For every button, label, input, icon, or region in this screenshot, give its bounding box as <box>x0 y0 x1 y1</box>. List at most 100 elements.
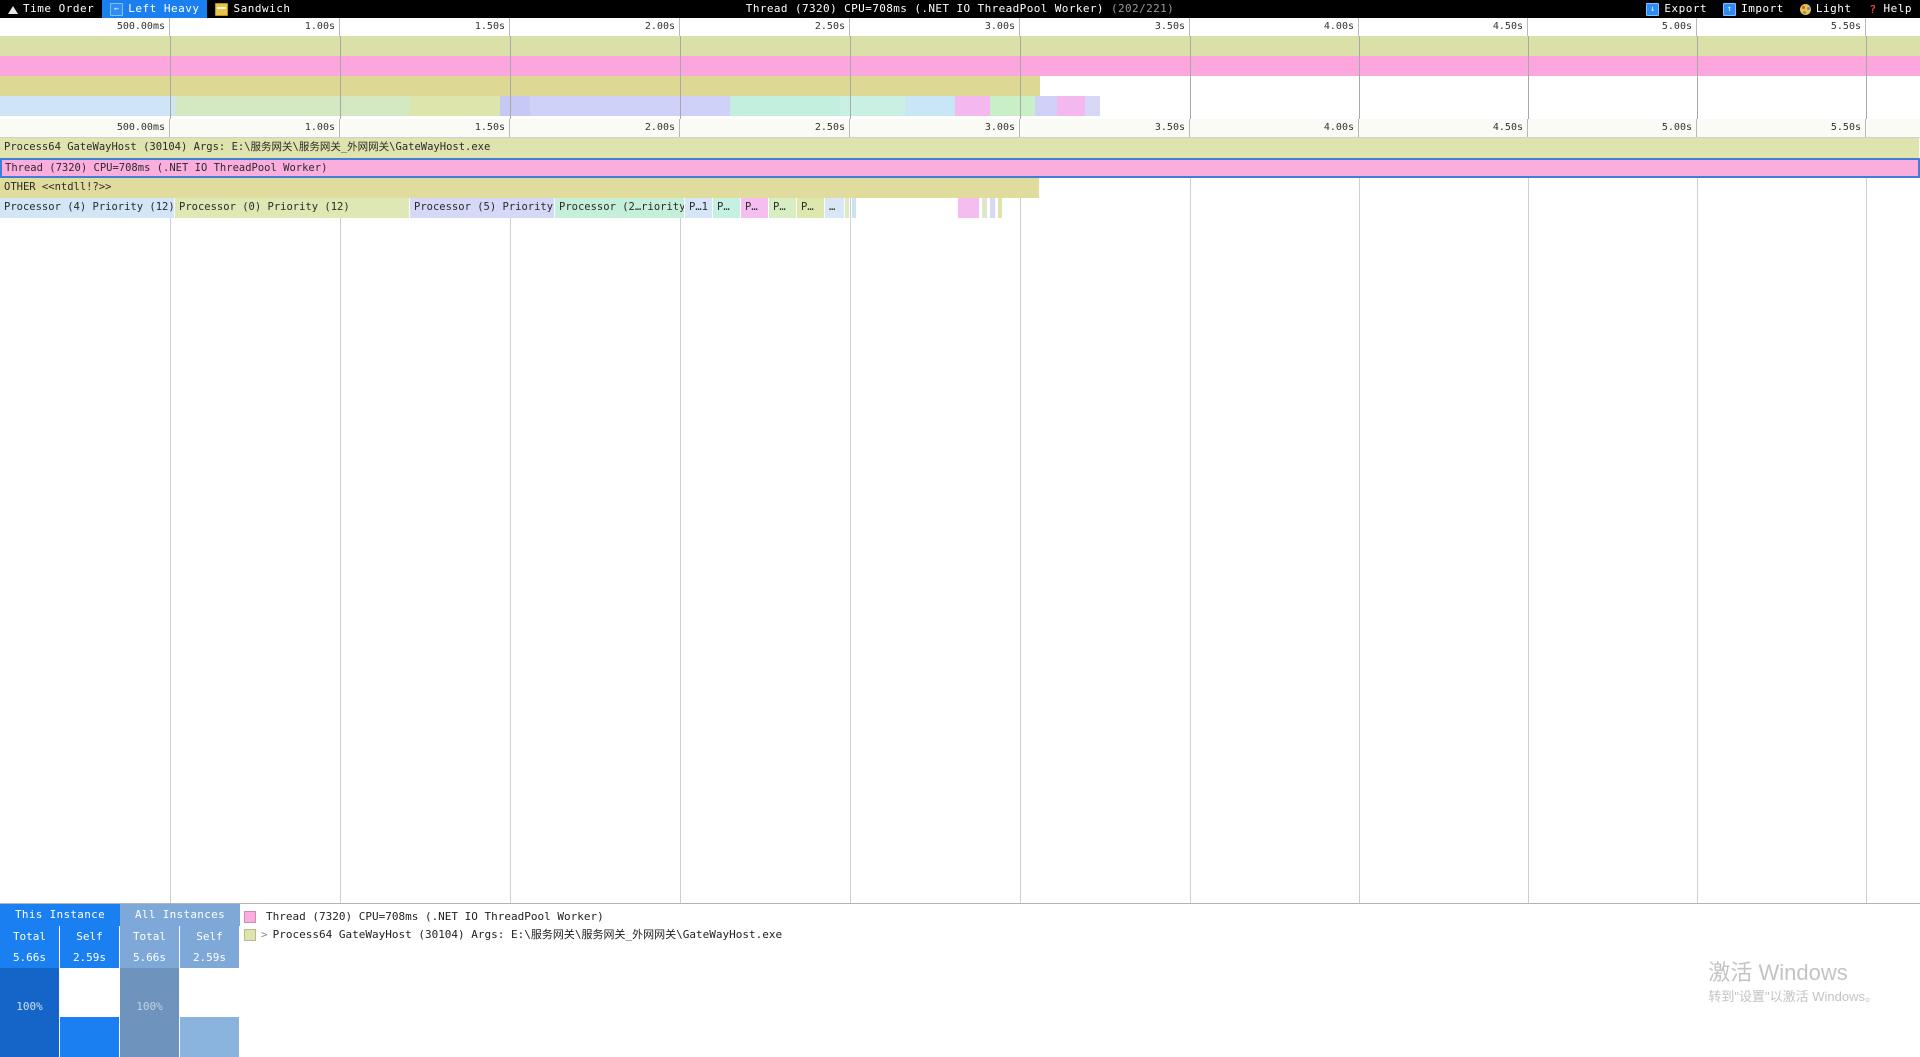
ruler-tick-0: 500.00ms <box>0 119 170 137</box>
ruler-tick-9: 5.00s <box>1528 18 1697 36</box>
flame-frame[interactable]: … <box>825 198 845 218</box>
ruler-tick-label: 1.50s <box>474 21 505 32</box>
minimap-row-procs <box>0 96 1920 116</box>
stack-color-chip-thread <box>244 911 256 923</box>
ruler-tick-2: 1.50s <box>340 18 510 36</box>
ruler-tick-7: 4.00s <box>1190 18 1359 36</box>
flame-frame[interactable] <box>982 198 988 218</box>
arrow-left-icon: ← <box>110 2 124 16</box>
flame-frame[interactable]: Processor (0) Priority (12) <box>175 198 410 218</box>
toolbar-button-export-label: Export <box>1664 2 1708 15</box>
stats-header-all-self: Self <box>180 926 240 947</box>
ruler-tick-4: 2.50s <box>680 18 850 36</box>
selected-stack-trace: Thread (7320) CPU=708ms (.NET IO ThreadP… <box>244 908 782 944</box>
minimap-gridline-2 <box>510 36 511 119</box>
minimap-segment <box>410 96 500 116</box>
minimap-row-thread <box>0 56 1920 76</box>
ruler-tick-9: 5.00s <box>1528 119 1697 137</box>
flame-frame[interactable] <box>958 198 980 218</box>
toolbar-button-light-label: Light <box>1815 2 1852 15</box>
speedscope-app: Time Order ← Left Heavy Sandwich ↓ Expor… <box>0 0 1920 1057</box>
tab-all-instances[interactable]: All Instances <box>120 904 240 926</box>
minimap-segment <box>0 76 1040 96</box>
ruler-tick-label: 5.00s <box>1661 122 1692 133</box>
flame-frame[interactable]: Processor (2…riority (12 <box>555 198 685 218</box>
stack-line-thread[interactable]: Thread (7320) CPU=708ms (.NET IO ThreadP… <box>244 908 782 926</box>
flame-frame[interactable] <box>998 198 1003 218</box>
triangle-icon <box>8 5 18 14</box>
ruler-tick-label: 1.00s <box>304 122 335 133</box>
flame-frame[interactable]: P… <box>769 198 797 218</box>
ruler-tick-label: 4.50s <box>1492 122 1523 133</box>
minimap-segment <box>0 36 1920 56</box>
flamegraph-panel[interactable]: Process64 GateWayHost (30104) Args: E:\服… <box>0 138 1920 903</box>
flame-frame[interactable]: P… <box>713 198 741 218</box>
ruler-tick-label: 4.50s <box>1492 21 1523 32</box>
stats-bar-this-self: 46% <box>60 968 120 1057</box>
stack-line-process[interactable]: > Process64 GateWayHost (30104) Args: E:… <box>244 926 782 944</box>
minimap-gridline-4 <box>850 36 851 119</box>
ruler-tick-label: 3.50s <box>1154 122 1185 133</box>
toolbar-button-import[interactable]: ↑ Import <box>1715 0 1792 18</box>
toolbar-button-light-theme[interactable]: Light <box>1792 0 1860 18</box>
timeline-ruler-main[interactable]: 500.00ms 1.00s 1.50s 2.00s 2.50s 3.00s 3.50s 4.… <box>0 119 1920 138</box>
ruler-tick-5: 3.00s <box>850 119 1020 137</box>
ruler-tick-10: 5.50s <box>1697 119 1866 137</box>
flame-frame[interactable] <box>990 198 996 218</box>
minimap-overview[interactable] <box>0 36 1920 121</box>
question-icon: ? <box>1869 2 1877 16</box>
watermark-title: 激活 Windows <box>1708 960 1848 985</box>
tab-this-instance[interactable]: This Instance <box>0 904 120 926</box>
ruler-tick-label: 1.50s <box>474 122 505 133</box>
instance-stats-table: Total Self Total Self 5.66s 2.59s 5.66s … <box>0 926 240 968</box>
flame-frame[interactable]: OTHER <<ntdll!?>> <box>0 178 1040 198</box>
flamegraph-gridline-2 <box>510 138 511 903</box>
toolbar-button-sandwich[interactable]: Sandwich <box>207 0 298 18</box>
flame-frame[interactable] <box>852 198 857 218</box>
flamegraph-gridline-9 <box>1697 138 1698 903</box>
flamegraph-gridline-6 <box>1190 138 1191 903</box>
toolbar-button-time-order[interactable]: Time Order <box>0 0 102 18</box>
ruler-tick-3: 2.00s <box>510 18 680 36</box>
flame-frame[interactable]: P… <box>797 198 825 218</box>
flame-frame[interactable] <box>845 198 850 218</box>
minimap-segment <box>1057 96 1085 116</box>
toolbar-button-import-label: Import <box>1741 2 1784 15</box>
toolbar-button-help-label: Help <box>1883 2 1912 15</box>
toolbar-button-help[interactable]: ? Help <box>1860 0 1920 18</box>
stats-bar-this-self-pct: 46% <box>79 1000 100 1013</box>
minimap-gridline-0 <box>170 36 171 119</box>
stats-value-all-total: 5.66s <box>120 947 180 968</box>
toolbar-button-left-heavy-label: Left Heavy <box>128 2 200 15</box>
ruler-tick-3: 2.00s <box>510 119 680 137</box>
flame-frame[interactable]: Process64 GateWayHost (30104) Args: E:\服… <box>0 138 1920 158</box>
minimap-gridline-1 <box>340 36 341 119</box>
ruler-tick-label: 2.50s <box>814 122 845 133</box>
flame-frame[interactable]: Processor (5) Priority (12) <box>410 198 555 218</box>
flame-frame[interactable]: P… <box>741 198 769 218</box>
stack-label-process: Process64 GateWayHost (30104) Args: E:\服… <box>272 928 783 941</box>
detail-panel: This Instance All Instances Total Self T… <box>0 903 1920 1057</box>
minimap-segment <box>990 96 1035 116</box>
minimap-gridline-9 <box>1697 36 1698 119</box>
flame-frame[interactable]: Processor (4) Priority (12) <box>0 198 175 218</box>
flame-frame[interactable]: Thread (7320) CPU=708ms (.NET IO ThreadP… <box>0 158 1920 178</box>
toolbar-button-export[interactable]: ↓ Export <box>1638 0 1715 18</box>
minimap-gridline-3 <box>680 36 681 119</box>
ruler-tick-label: 2.00s <box>644 122 675 133</box>
flame-frame[interactable]: P…1 <box>685 198 713 218</box>
ruler-tick-7: 4.00s <box>1190 119 1359 137</box>
minimap-segment <box>955 96 990 116</box>
minimap-gridline-6 <box>1190 36 1191 119</box>
ruler-tick-0: 500.00ms <box>0 18 170 36</box>
stats-value-this-self: 2.59s <box>60 947 120 968</box>
ruler-tick-label: 4.00s <box>1323 122 1354 133</box>
stats-value-row: 5.66s 2.59s 5.66s 2.59s <box>0 947 240 968</box>
toolbar-button-left-heavy[interactable]: ← Left Heavy <box>102 0 208 18</box>
stack-caret-process: > <box>261 928 268 941</box>
ruler-tick-6: 3.50s <box>1020 119 1190 137</box>
ruler-tick-4: 2.50s <box>680 119 850 137</box>
ruler-tick-10: 5.50s <box>1697 18 1866 36</box>
minimap-segment <box>1085 96 1100 116</box>
timeline-ruler-top[interactable]: 500.00ms 1.00s 1.50s 2.00s 2.50s 3.00s 3.50s 4.… <box>0 18 1920 37</box>
